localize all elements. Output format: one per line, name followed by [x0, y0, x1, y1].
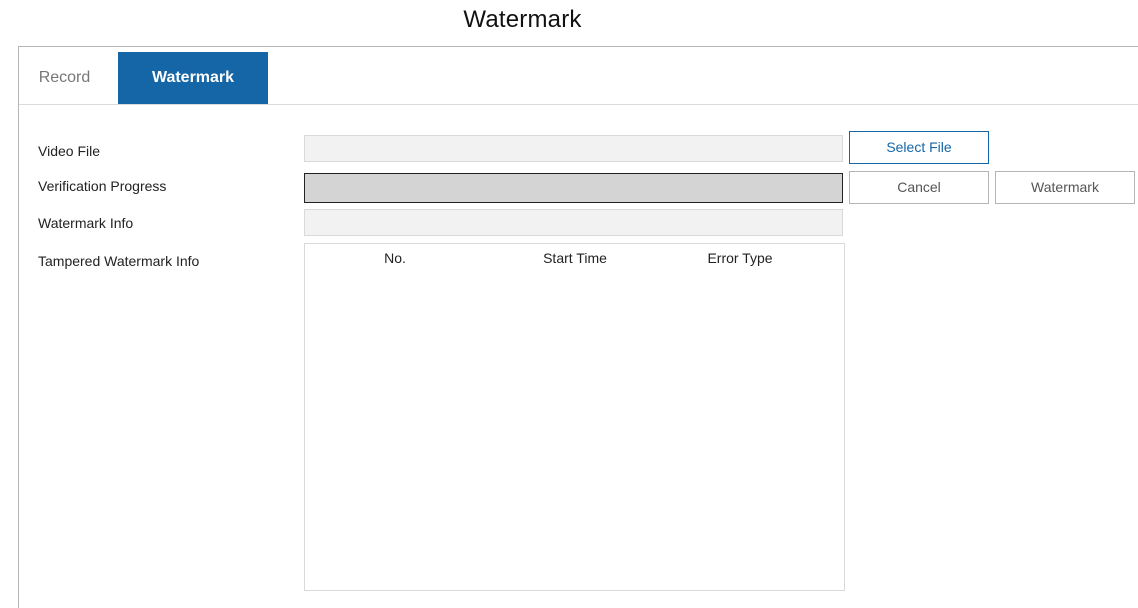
tab-record[interactable]: Record	[19, 52, 118, 104]
cancel-button[interactable]: Cancel	[849, 171, 989, 204]
column-header-start-time: Start Time	[543, 250, 607, 266]
tampered-watermark-info-label: Tampered Watermark Info	[38, 253, 200, 269]
watermark-window: Watermark Record Watermark Video File Se…	[0, 0, 1138, 608]
select-file-button[interactable]: Select File	[849, 131, 989, 164]
column-header-error-type: Error Type	[707, 250, 773, 266]
progress-fill	[305, 174, 842, 202]
video-file-label: Video File	[38, 143, 101, 159]
watermark-button[interactable]: Watermark	[995, 171, 1135, 204]
verification-progress-label: Verification Progress	[38, 178, 167, 194]
video-file-field[interactable]	[304, 135, 843, 162]
window-title: Watermark	[463, 6, 582, 33]
tab-bar: Record Watermark	[19, 47, 1138, 105]
watermark-info-field	[304, 209, 843, 236]
column-header-no: No.	[384, 250, 406, 266]
tampered-watermark-table[interactable]: No. Start Time Error Type	[304, 243, 845, 591]
watermark-panel: Record Watermark Video File Select File …	[18, 46, 1138, 608]
watermark-info-label: Watermark Info	[38, 215, 134, 231]
tab-watermark[interactable]: Watermark	[118, 52, 268, 104]
verification-progress-bar	[304, 173, 843, 203]
